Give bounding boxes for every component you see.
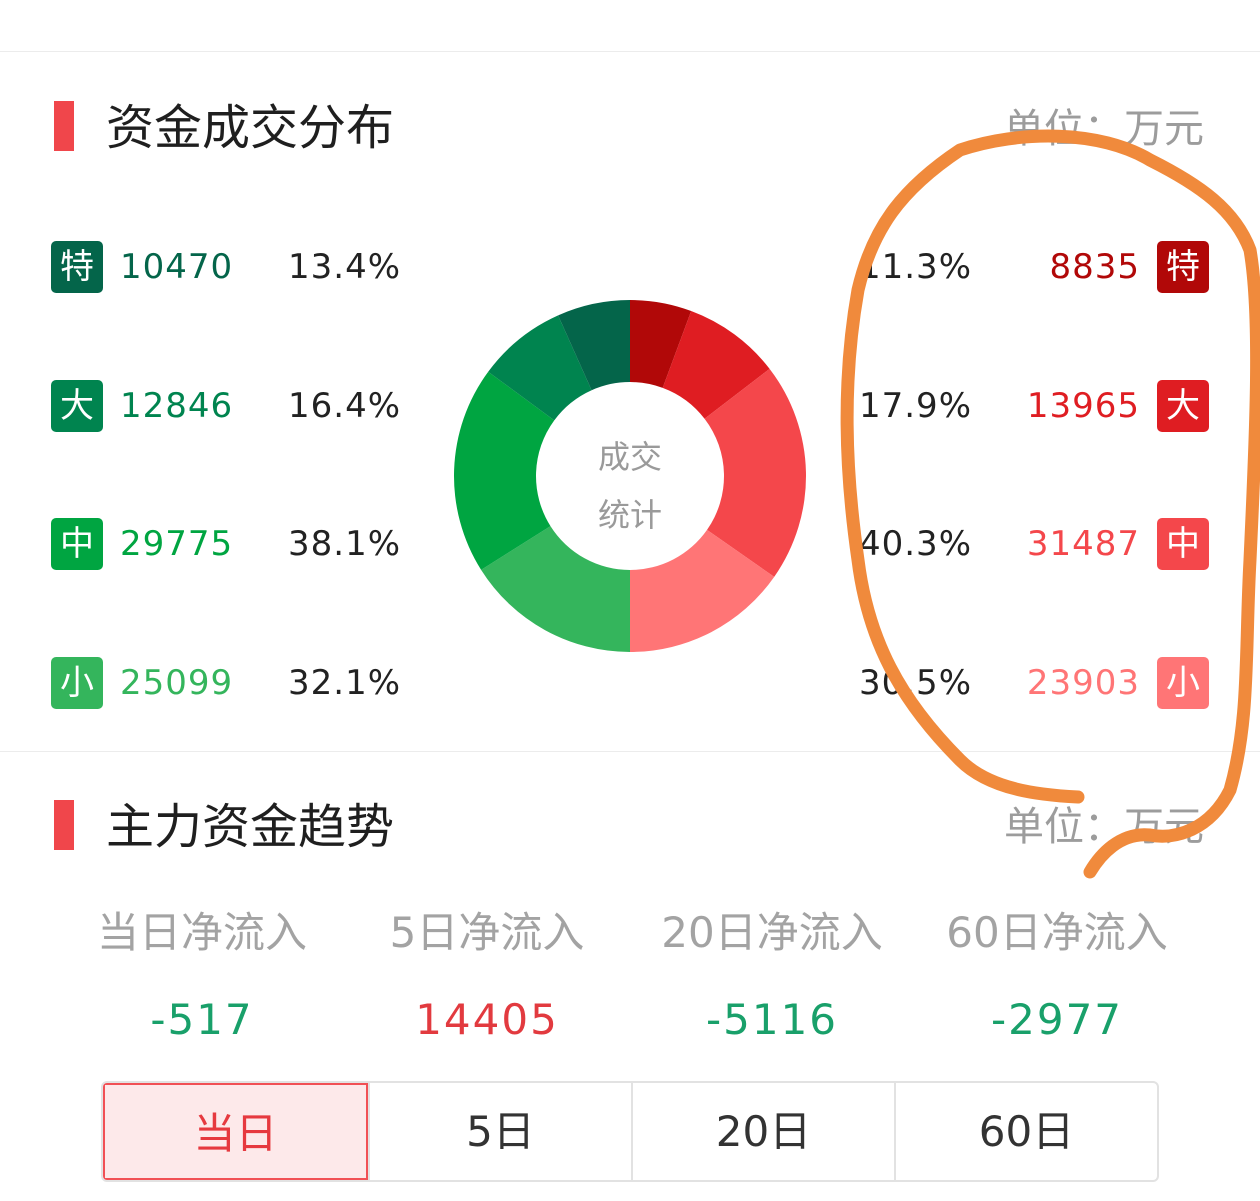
trend-unit: 单位：万元 xyxy=(1004,804,1204,850)
section-divider xyxy=(0,751,1260,752)
inflow-amount: 31487 xyxy=(1026,524,1140,564)
top-divider xyxy=(0,51,1260,52)
distribution-title: 资金成交分布 xyxy=(106,100,395,156)
badge-super: 特 xyxy=(1157,241,1209,293)
badge-medium: 中 xyxy=(51,518,103,570)
badge-small: 小 xyxy=(51,657,103,709)
badge-small: 小 xyxy=(1157,657,1209,709)
donut-center-label-1: 成交 xyxy=(597,438,662,476)
badge-medium: 中 xyxy=(1157,518,1209,570)
flow-value-60d: -2977 xyxy=(990,995,1124,1044)
inflow-pct: 30.5% xyxy=(858,663,972,703)
flow-value-5d: 14405 xyxy=(415,995,559,1044)
tab-5d[interactable]: 5日 xyxy=(368,1083,631,1180)
section-marker xyxy=(54,101,74,151)
outflow-amount: 10470 xyxy=(120,247,234,287)
distribution-unit: 单位：万元 xyxy=(1004,106,1204,152)
inflow-pct: 11.3% xyxy=(858,247,972,287)
outflow-pct: 13.4% xyxy=(288,247,402,287)
period-tabs: 当日 5日 20日 60日 xyxy=(101,1081,1159,1182)
outflow-pct: 16.4% xyxy=(288,386,402,426)
flow-label-20d: 20日净流入 xyxy=(661,908,883,957)
inflow-pct: 40.3% xyxy=(858,524,972,564)
inflow-amount: 23903 xyxy=(1026,663,1140,703)
outflow-amount: 25099 xyxy=(120,663,234,703)
flow-value-20d: -5116 xyxy=(705,995,839,1044)
outflow-pct: 38.1% xyxy=(288,524,402,564)
badge-super: 特 xyxy=(51,241,103,293)
tab-20d[interactable]: 20日 xyxy=(631,1083,894,1180)
flow-value-today: -517 xyxy=(150,995,254,1044)
outflow-pct: 32.1% xyxy=(288,663,402,703)
tab-60d[interactable]: 60日 xyxy=(894,1083,1157,1180)
outflow-amount: 12846 xyxy=(120,386,234,426)
badge-large: 大 xyxy=(1157,380,1209,432)
donut-center-label-2: 统计 xyxy=(597,496,662,534)
section-marker xyxy=(54,800,74,850)
inflow-pct: 17.9% xyxy=(858,386,972,426)
badge-large: 大 xyxy=(51,380,103,432)
tab-today[interactable]: 当日 xyxy=(103,1083,368,1180)
outflow-amount: 29775 xyxy=(120,524,234,564)
trend-title: 主力资金趋势 xyxy=(106,799,395,855)
flow-label-60d: 60日净流入 xyxy=(946,908,1168,957)
inflow-amount: 13965 xyxy=(1026,386,1140,426)
flow-label-5d: 5日净流入 xyxy=(389,908,585,957)
flow-label-today: 当日净流入 xyxy=(96,908,307,957)
inflow-amount: 8835 xyxy=(1049,247,1140,287)
